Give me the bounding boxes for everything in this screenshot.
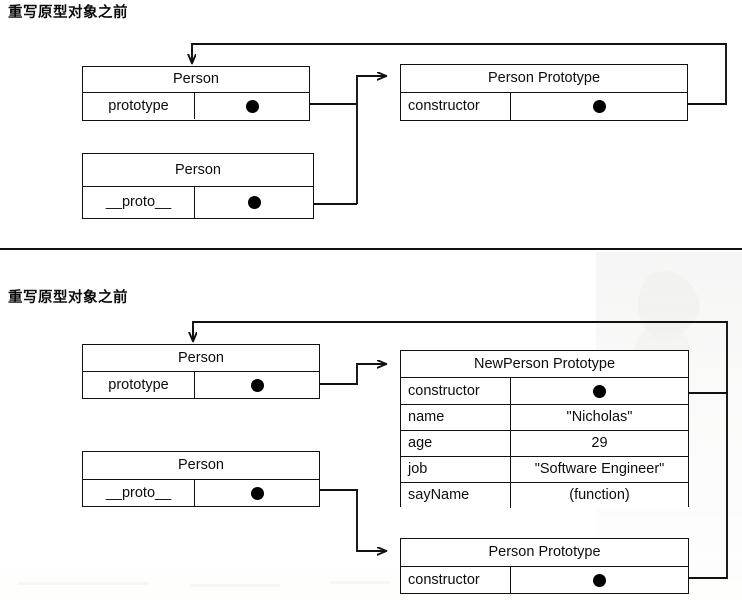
table-row[interactable]: constructor (401, 378, 688, 404)
table-row[interactable]: prototype (83, 372, 319, 398)
row-key: age (401, 431, 511, 456)
row-key: __proto__ (83, 480, 195, 506)
row-value-pointer (195, 372, 319, 398)
table-row[interactable]: name "Nicholas" (401, 404, 688, 430)
table-row[interactable]: prototype (83, 93, 309, 119)
box-header: Person (83, 154, 313, 187)
pointer-dot-icon (245, 99, 259, 113)
row-key: name (401, 405, 511, 430)
row-key: constructor (401, 567, 511, 593)
row-value: 29 (591, 435, 608, 452)
row-value: (function) (569, 487, 630, 504)
box-person-prototype-top[interactable]: Person Prototype constructor (400, 64, 688, 121)
pointer-dot-icon (250, 486, 264, 500)
pointer-dot-icon (592, 100, 606, 113)
box-header: Person (83, 67, 309, 93)
box-person-instance-bottom[interactable]: Person __proto__ (82, 451, 320, 507)
box-person-instance-top[interactable]: Person __proto__ (82, 153, 314, 219)
diagram-page: 重写原型对象之前 重写原型对象之前 Person prototype Perso… (0, 0, 742, 600)
section-title-top: 重写原型对象之前 (8, 5, 128, 21)
box-person-prototype-bottom[interactable]: Person Prototype constructor (400, 538, 689, 594)
table-row[interactable]: __proto__ (83, 480, 319, 506)
section-title-bottom: 重写原型对象之前 (8, 290, 128, 306)
row-value-pointer (195, 480, 319, 506)
box-header: Person Prototype (401, 65, 687, 93)
row-value: "Software Engineer" (534, 461, 665, 478)
row-key: job (401, 457, 511, 482)
table-row[interactable]: sayName (function) (401, 482, 688, 508)
row-key: sayName (401, 483, 511, 508)
pointer-dot-icon (593, 573, 606, 587)
pointer-dot-icon (247, 196, 261, 209)
row-value: "Nicholas" (566, 409, 633, 426)
table-row[interactable]: job "Software Engineer" (401, 456, 688, 482)
box-header: Person Prototype (401, 539, 688, 567)
row-key: prototype (83, 93, 195, 119)
row-key: constructor (401, 378, 511, 404)
box-header: Person (83, 452, 319, 480)
row-value-pointer (511, 93, 687, 120)
row-key: constructor (401, 93, 511, 120)
box-newperson-prototype[interactable]: NewPerson Prototype constructor name "Ni… (400, 350, 689, 508)
row-value-pointer (511, 567, 688, 593)
box-header: NewPerson Prototype (401, 351, 688, 378)
box-person-constructor-bottom[interactable]: Person prototype (82, 344, 320, 399)
table-row[interactable]: __proto__ (83, 187, 313, 218)
row-key: __proto__ (83, 187, 195, 218)
row-value-pointer (195, 93, 309, 119)
row-key: prototype (83, 372, 195, 398)
table-row[interactable]: constructor (401, 93, 687, 120)
table-row[interactable]: age 29 (401, 430, 688, 456)
box-header: Person (83, 345, 319, 372)
pointer-dot-icon (593, 384, 606, 398)
row-value-pointer (195, 187, 313, 218)
table-row[interactable]: constructor (401, 567, 688, 593)
pointer-dot-icon (250, 378, 264, 392)
row-value-pointer (511, 378, 688, 404)
box-person-constructor-top[interactable]: Person prototype (82, 66, 310, 121)
wire-top-riser-arrow (356, 76, 386, 204)
